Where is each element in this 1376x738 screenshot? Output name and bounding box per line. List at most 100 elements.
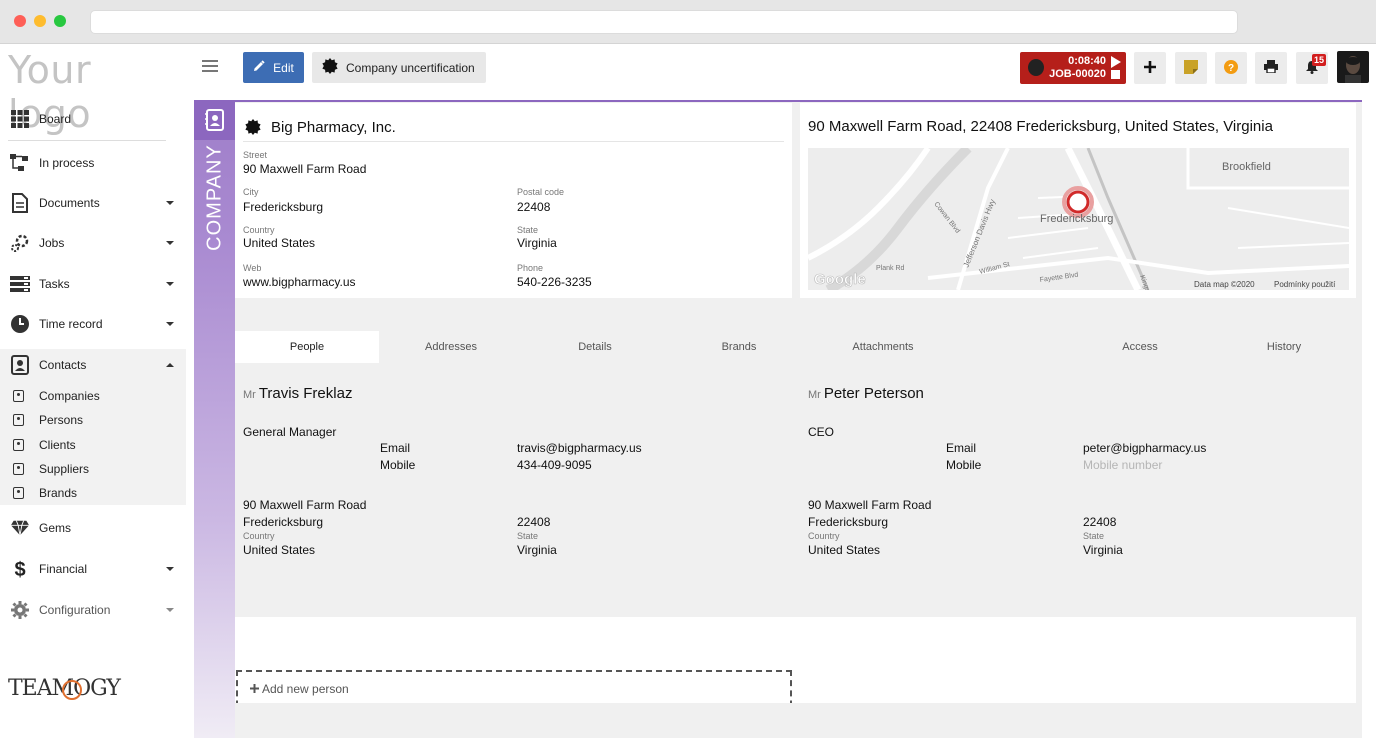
sidebar-item-configuration[interactable]: Configuration	[0, 592, 186, 628]
sidebar-item-in-process[interactable]: In process	[0, 145, 186, 181]
tab-details[interactable]: Details	[523, 331, 667, 363]
sidebar-subitem-clients[interactable]: Clients	[0, 434, 186, 456]
sidebar-item-jobs[interactable]: Jobs	[0, 225, 186, 261]
sidebar-item-board[interactable]: Board	[0, 101, 186, 137]
user-avatar[interactable]	[1337, 51, 1369, 83]
sidebar-item-tasks[interactable]: Tasks	[0, 266, 186, 302]
sidebar-item-label: Tasks	[39, 277, 70, 291]
sidebar-item-time-record[interactable]: Time record	[0, 306, 186, 342]
state-label: State	[517, 225, 539, 235]
section-label: COMPANY	[203, 144, 226, 251]
accent-line	[235, 100, 1362, 102]
sidebar-item-documents[interactable]: Documents	[0, 185, 186, 221]
contact-card-icon	[13, 390, 24, 402]
document-icon	[10, 193, 30, 213]
mobile-placeholder[interactable]: Mobile number	[1083, 458, 1162, 472]
person-postal: 22408	[1083, 515, 1117, 529]
state-value: Virginia	[517, 236, 557, 250]
sidebar-item-gems[interactable]: Gems	[0, 510, 186, 546]
sidebar-item-label: Documents	[39, 196, 100, 210]
company-name: Big Pharmacy, Inc.	[271, 119, 396, 136]
postal-code-label: Postal code	[517, 187, 565, 197]
teamogy-logo-mark	[62, 680, 82, 700]
address-bar[interactable]	[90, 10, 1238, 34]
location-map[interactable]: Brookfield Fredericksburg Jefferson Davi…	[808, 148, 1349, 290]
company-uncertification-button[interactable]: Company uncertification	[312, 52, 486, 83]
tab-bar: People Addresses Details Brands Attachme…	[235, 331, 1356, 363]
minimize-window-button[interactable]	[34, 15, 46, 27]
add-button[interactable]	[1134, 52, 1166, 84]
clock-icon	[10, 314, 30, 334]
tab-brands[interactable]: Brands	[667, 331, 811, 363]
person-state: Virginia	[1083, 543, 1123, 557]
email-value[interactable]: travis@bigpharmacy.us	[517, 441, 642, 455]
plus-icon	[1144, 60, 1156, 76]
chevron-down-icon	[166, 282, 174, 286]
person-country: United States	[243, 543, 316, 557]
stop-icon[interactable]	[1111, 70, 1120, 79]
person-state: Virginia	[517, 543, 557, 557]
notifications-button[interactable]: 15	[1296, 52, 1328, 84]
web-link[interactable]: www.bigpharmacy.us	[243, 275, 356, 289]
svg-text:$: $	[14, 559, 25, 580]
sidebar-subitem-label: Persons	[39, 413, 84, 427]
hamburger-menu-icon[interactable]	[202, 60, 218, 72]
person-card[interactable]: Mr Peter Peterson CEO Email peter@bigphar…	[800, 371, 1356, 617]
sidebar-item-financial[interactable]: $ Financial	[0, 551, 186, 587]
sticky-note-icon	[1184, 59, 1198, 77]
tab-history[interactable]: History	[1212, 331, 1356, 363]
maximize-window-button[interactable]	[54, 15, 66, 27]
map-address-title: 90 Maxwell Farm Road, 22408 Fredericksbu…	[808, 118, 1273, 135]
timer-job-number: JOB-00020	[1049, 68, 1106, 80]
contact-card-icon	[13, 487, 24, 499]
main-content: COMPANY Big Pharmacy, Inc. Street 90 Max…	[194, 100, 1362, 738]
tab-attachments[interactable]: Attachments	[811, 331, 955, 363]
email-value[interactable]: peter@bigpharmacy.us	[1083, 441, 1206, 455]
sidebar-subitem-persons[interactable]: Persons	[0, 409, 186, 431]
chevron-down-icon	[166, 567, 174, 571]
person-position: General Manager	[243, 425, 337, 439]
add-new-person-label: Add new person	[262, 682, 349, 696]
help-button[interactable]: ?	[1215, 52, 1247, 84]
notes-button[interactable]	[1175, 52, 1207, 84]
country-label: Country	[243, 225, 275, 235]
play-icon[interactable]	[1111, 56, 1121, 68]
edit-button[interactable]: Edit	[243, 52, 304, 83]
add-new-person-row: Add new person	[250, 682, 349, 696]
sidebar-subitem-suppliers[interactable]: Suppliers	[0, 458, 186, 480]
close-window-button[interactable]	[14, 15, 26, 27]
mobile-label: Mobile	[946, 458, 982, 472]
person-city: Fredericksburg	[808, 515, 889, 529]
street-label: Street	[243, 150, 268, 160]
sidebar-item-label: Board	[39, 112, 72, 126]
chevron-down-icon	[166, 201, 174, 205]
sidebar-subitem-brands[interactable]: Brands	[0, 482, 186, 504]
mobile-value[interactable]: 434-409-9095	[517, 458, 592, 472]
state-label: State	[1083, 531, 1105, 541]
map-data-credit: Data map ©2020	[1194, 280, 1255, 289]
person-postal: 22408	[517, 515, 551, 529]
person-position: CEO	[808, 425, 835, 439]
person-name: Mr Peter Peterson	[808, 385, 924, 402]
print-button[interactable]	[1255, 52, 1287, 84]
sidebar-item-contacts[interactable]: Contacts	[0, 347, 186, 383]
phone-value[interactable]: 540-226-3235	[517, 275, 592, 289]
svg-text:?: ?	[1228, 63, 1234, 74]
chevron-up-icon	[166, 363, 174, 367]
tab-addresses[interactable]: Addresses	[379, 331, 523, 363]
content-bottom	[235, 703, 1356, 738]
sidebar-subitem-companies[interactable]: Companies	[0, 385, 186, 407]
street-value: 90 Maxwell Farm Road	[243, 162, 367, 176]
person-full-name: Peter Peterson	[823, 385, 924, 402]
tab-people[interactable]: People	[235, 331, 379, 363]
email-label: Email	[380, 441, 411, 455]
app: Your logo Board In process Documents Job…	[0, 44, 1376, 738]
person-card[interactable]: Mr Travis Freklaz General Manager Email t…	[235, 371, 792, 617]
person-title: Mr	[808, 389, 821, 401]
tab-access[interactable]: Access	[1068, 331, 1212, 363]
phone-label: Phone	[517, 263, 544, 273]
job-timer[interactable]: 0:08:40 JOB-00020	[1020, 52, 1126, 84]
country-value: United States	[243, 236, 316, 250]
gear-icon	[10, 600, 30, 620]
city-value: Fredericksburg	[243, 200, 324, 214]
